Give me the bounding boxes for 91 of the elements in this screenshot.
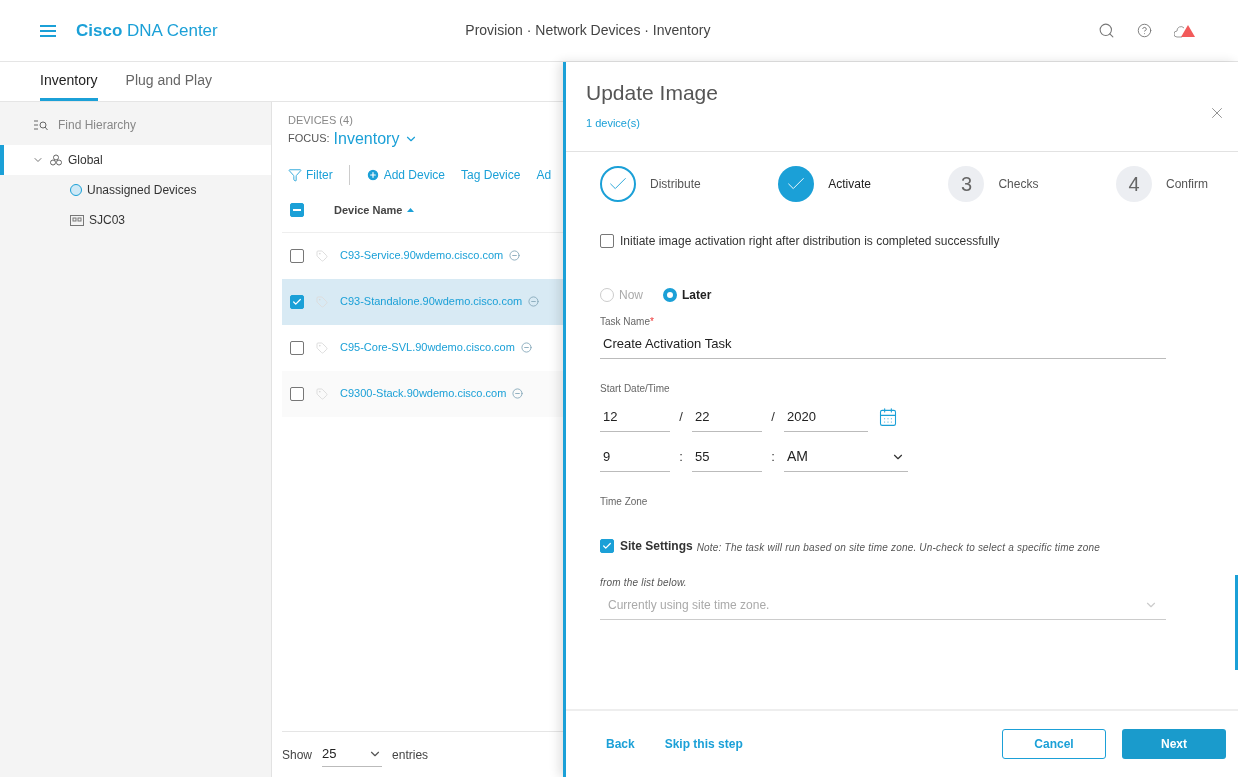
tree-label: SJC03 [89,212,126,229]
breadcrumb: Provision · Network Devices · Inventory [464,21,712,40]
filter-icon [288,167,302,182]
back-link[interactable]: Back [606,735,635,753]
checkbox-label: Site Settings [620,538,693,555]
tree-item[interactable]: Unassigned Devices [0,175,271,205]
app-title: Cisco DNA Center [76,19,218,42]
step-label: Distribute [650,176,701,193]
entries-label: entries [392,746,429,764]
status-icon [528,296,540,307]
device-link[interactable]: C95-Core-SVL.90wdemo.cisco.com [340,339,515,356]
checkbox-label: Initiate image activation right after distribution is completed successfully [620,233,1000,250]
time-separator: : [770,448,776,467]
device-row[interactable]: C93-Standalone.90wdemo.cisco.com [282,278,563,325]
menu-icon[interactable] [40,24,56,37]
device-link[interactable]: C93-Service.90wdemo.cisco.com [340,247,504,264]
tree-item[interactable]: Global [0,145,271,175]
toolbar-button[interactable]: Filter [288,165,333,184]
task-name-field[interactable]: Create Activation Task [600,329,1166,359]
auto-activate-checkbox[interactable] [600,234,614,248]
time-zone-note: from the list below. [600,576,688,590]
dash-icon [293,209,301,211]
schedule-radio[interactable]: Now [600,286,643,304]
row-checkbox[interactable] [290,294,304,309]
unassigned-icon [70,184,82,196]
tag-icon [316,295,328,308]
device-count-link[interactable]: 1 device(s) [586,114,718,131]
field-label: Task Name [600,315,650,329]
focus-label: FOCUS: [288,131,330,147]
meridiem-select[interactable]: AM [784,442,908,472]
skip-link[interactable]: Skip this step [664,735,743,753]
tree-item[interactable]: SJC03 [0,205,271,235]
row-checkbox[interactable] [290,386,304,401]
row-checkbox[interactable] [290,340,304,355]
drawer-title: Update Image [586,80,718,106]
help-icon[interactable] [1137,23,1152,38]
devices-heading: DEVICES (4) [288,113,354,128]
status-icon [520,342,532,353]
tree-label: Global [68,152,103,169]
column-header[interactable]: Device Name [334,201,414,219]
hierarchy-search-field[interactable]: Find Hierarchy [0,114,271,136]
search-icon[interactable] [1098,22,1115,39]
schedule-radio[interactable]: Later [663,286,712,304]
step-number: 4 [1116,166,1152,202]
device-link[interactable]: C93-Standalone.90wdemo.cisco.com [340,293,523,310]
toolbar-button[interactable]: Tag Device [461,165,521,184]
tree-label: Unassigned Devices [87,182,197,199]
date-separator: / [678,408,684,427]
date-field[interactable]: 12 [600,402,670,432]
focus-dropdown[interactable]: Inventory [333,126,419,151]
site-settings-checkbox[interactable] [600,539,614,553]
device-link[interactable]: C9300-Stack.90wdemo.cisco.com [340,385,507,402]
next-button[interactable]: Next [1122,729,1226,759]
required-mark: * [650,315,654,329]
status-icon [512,388,524,399]
field-label: Time Zone [600,495,649,509]
check-icon [602,541,612,551]
sort-up-icon [406,208,414,212]
field-label: Start Date/Time [600,382,671,396]
tab[interactable]: Plug and Play [125,63,212,101]
toolbar-button[interactable]: Add Device [365,165,446,184]
sites-icon [49,154,63,166]
time-field[interactable]: 9 [600,442,670,472]
show-label: Show [282,746,313,764]
calendar-icon[interactable] [878,407,898,427]
check-icon [292,296,302,307]
step-label: Activate [828,176,871,193]
cancel-button[interactable]: Cancel [1002,729,1106,759]
toolbar-button[interactable]: Ad [536,165,552,184]
row-checkbox[interactable] [290,248,304,263]
time-field[interactable]: 55 [692,442,762,472]
tag-icon [316,387,328,400]
status-icon [509,250,521,261]
search-list-icon [34,119,48,131]
date-separator: / [770,408,776,427]
select-all-checkbox[interactable] [290,203,304,217]
step-label: Checks [998,176,1039,193]
step-label: Confirm [1166,176,1208,193]
building-icon [70,214,84,226]
date-field[interactable]: 22 [692,402,762,432]
tag-icon [316,341,328,354]
date-field[interactable]: 2020 [784,402,868,432]
time-zone-note: Note: The task will run based on site time zone. Un-check to select a specific time zone [696,541,1101,555]
page-size-select[interactable]: 25 [322,742,383,767]
add-icon [365,167,380,182]
step-number: 3 [948,166,985,202]
cloud-warning-icon[interactable] [1174,23,1196,38]
device-row[interactable]: C9300-Stack.90wdemo.cisco.com [282,370,563,417]
time-zone-select[interactable]: Currently using site time zone. [600,590,1166,620]
tag-icon [316,249,328,262]
time-separator: : [678,448,684,467]
